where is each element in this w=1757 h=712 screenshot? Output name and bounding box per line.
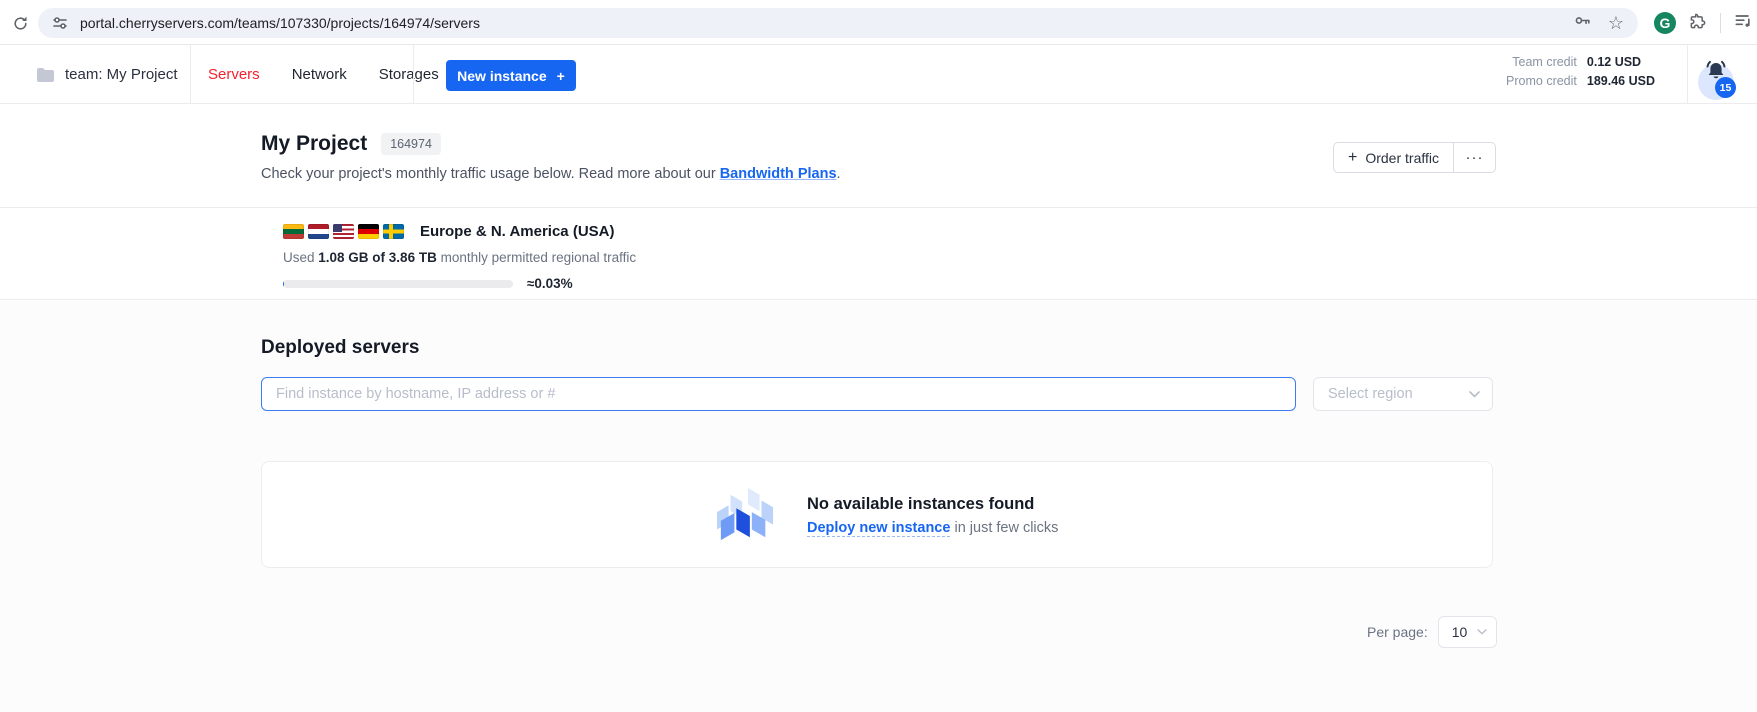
extensions-puzzle-icon[interactable] <box>1688 11 1708 36</box>
plus-icon: + <box>557 68 565 84</box>
team-label: team: My Project <box>65 66 178 83</box>
traffic-progress-fill <box>283 280 284 288</box>
notification-badge: 15 <box>1715 77 1736 98</box>
chevron-down-icon <box>1469 391 1480 398</box>
per-page-select[interactable]: 10 <box>1438 616 1497 648</box>
app-topbar: team: My Project Servers Network Storage… <box>0 45 1757 104</box>
promo-credit-label: Promo credit <box>1506 73 1577 90</box>
region-select[interactable]: Select region <box>1313 377 1493 411</box>
toolbar-divider <box>1720 13 1721 33</box>
empty-state-title: No available instances found <box>807 495 1058 514</box>
tab-network[interactable]: Network <box>292 66 347 83</box>
section-heading: Deployed servers <box>261 337 419 359</box>
notifications-button[interactable]: 15 <box>1691 55 1743 99</box>
usage-amount: 1.08 GB of 3.86 TB <box>318 250 437 265</box>
deploy-new-instance-link[interactable]: Deploy new instance <box>807 520 950 537</box>
cherryservers-logo-icon <box>715 486 777 544</box>
usage-text: Used 1.08 GB of 3.86 TB monthly permitte… <box>283 250 636 265</box>
instance-search-input[interactable] <box>261 377 1296 411</box>
per-page-value: 10 <box>1452 624 1468 640</box>
region-select-placeholder: Select region <box>1328 386 1413 402</box>
bookmark-star-icon[interactable]: ☆ <box>1608 14 1624 32</box>
empty-state-suffix: in just few clicks <box>950 520 1058 536</box>
tab-servers[interactable]: Servers <box>208 66 260 83</box>
project-id-badge: 164974 <box>381 133 441 155</box>
deployed-servers-section: Deployed servers Select region <box>0 301 1757 712</box>
order-traffic-group: + Order traffic ··· <box>1333 142 1496 173</box>
region-bandwidth-row: Europe & N. America (USA) Used 1.08 GB o… <box>0 207 1757 300</box>
url-text: portal.cherryservers.com/teams/107330/pr… <box>80 15 1561 31</box>
flag-germany-icon <box>358 224 379 239</box>
grammarly-extension-icon[interactable]: G <box>1654 12 1676 34</box>
reload-icon[interactable] <box>8 11 32 35</box>
page-title: My Project <box>261 132 367 156</box>
team-selector[interactable]: team: My Project <box>0 45 190 103</box>
empty-state-card: No available instances found Deploy new … <box>261 461 1493 568</box>
traffic-progress-bar <box>283 280 513 288</box>
topbar-divider <box>190 45 191 103</box>
promo-credit-value: 189.46 USD <box>1587 73 1655 90</box>
tab-storages[interactable]: Storages <box>379 66 439 83</box>
credits-panel: Team credit 0.12 USD Promo credit 189.46… <box>1506 54 1655 90</box>
password-key-icon[interactable] <box>1573 11 1592 35</box>
reading-list-icon[interactable] <box>1733 11 1753 36</box>
more-actions-button[interactable]: ··· <box>1453 143 1495 172</box>
folder-icon <box>36 67 55 82</box>
topbar-divider-2 <box>413 45 414 103</box>
new-instance-label: New instance <box>457 68 546 84</box>
per-page-label: Per page: <box>1367 624 1428 640</box>
order-traffic-label: Order traffic <box>1365 150 1439 166</box>
project-header: My Project 164974 Check your project's m… <box>0 104 1757 207</box>
new-instance-button[interactable]: New instance + <box>446 60 576 91</box>
site-settings-icon[interactable] <box>52 15 68 31</box>
flag-lithuania-icon <box>283 224 304 239</box>
description-text: Check your project's monthly traffic usa… <box>261 166 720 182</box>
topbar-divider-3 <box>1687 45 1688 103</box>
empty-state-subtitle: Deploy new instance in just few clicks <box>807 520 1058 536</box>
usage-percent: ≈0.03% <box>527 276 573 291</box>
team-credit-value: 0.12 USD <box>1587 54 1655 71</box>
plus-icon: + <box>1348 149 1357 167</box>
project-tabs: Servers Network Storages <box>208 45 439 103</box>
address-bar[interactable]: portal.cherryservers.com/teams/107330/pr… <box>38 8 1638 38</box>
order-traffic-button[interactable]: + Order traffic <box>1334 143 1453 172</box>
browser-toolbar: portal.cherryservers.com/teams/107330/pr… <box>0 0 1757 45</box>
flag-usa-icon <box>333 224 354 239</box>
usage-suffix: monthly permitted regional traffic <box>437 250 636 265</box>
flag-netherlands-icon <box>308 224 329 239</box>
project-description: Check your project's monthly traffic usa… <box>261 166 841 182</box>
chevron-down-icon <box>1477 629 1487 635</box>
team-credit-label: Team credit <box>1506 54 1577 71</box>
cherryservers-portal: portal.cherryservers.com/teams/107330/pr… <box>0 0 1757 712</box>
pagination-controls: Per page: 10 <box>1367 616 1497 648</box>
description-period: . <box>837 166 841 182</box>
region-name: Europe & N. America (USA) <box>420 223 614 240</box>
usage-prefix: Used <box>283 250 318 265</box>
flag-sweden-icon <box>383 224 404 239</box>
bandwidth-plans-link[interactable]: Bandwidth Plans <box>720 166 837 182</box>
